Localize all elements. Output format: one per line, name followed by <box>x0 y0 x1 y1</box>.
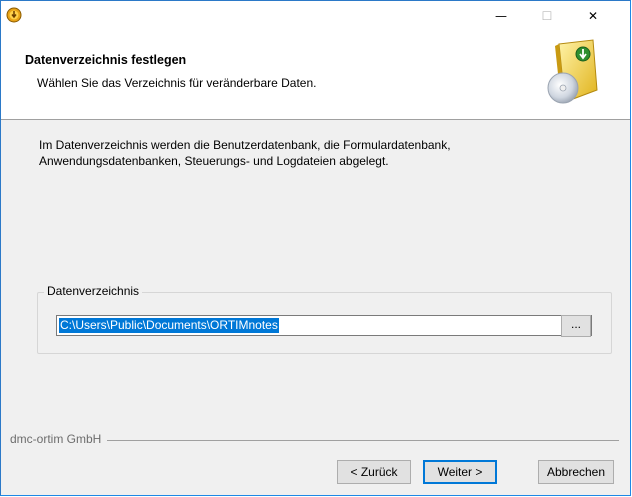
title-bar: — ☐ ✕ <box>1 1 630 31</box>
page-title: Datenverzeichnis festlegen <box>25 53 187 67</box>
next-button[interactable]: Weiter > <box>423 460 497 484</box>
install-box-icon <box>547 39 598 104</box>
group-label: Datenverzeichnis <box>44 284 143 298</box>
browse-button[interactable]: ... <box>561 315 591 337</box>
installer-app-icon <box>6 7 22 23</box>
info-line: Im Datenverzeichnis werden die Benutzerd… <box>39 138 451 152</box>
page-subtitle: Wählen Sie das Verzeichnis für veränderb… <box>37 76 317 90</box>
maximize-button: ☐ <box>541 9 553 23</box>
info-text: Im Datenverzeichnis werden die Benutzerd… <box>39 137 599 169</box>
close-button[interactable]: ✕ <box>570 1 616 31</box>
back-button[interactable]: < Zurück <box>337 460 411 484</box>
company-label: dmc-ortim GmbH <box>10 432 102 446</box>
data-directory-input[interactable]: C:\Users\Public\Documents\ORTIMnotes <box>56 315 592 336</box>
data-directory-path: C:\Users\Public\Documents\ORTIMnotes <box>59 318 279 333</box>
data-directory-group: Datenverzeichnis C:\Users\Public\Documen… <box>37 284 612 354</box>
minimize-button[interactable]: — <box>478 1 524 31</box>
installer-window: — ☐ ✕ Datenverzeichnis festlegen Wählen … <box>0 0 631 496</box>
wizard-header: Datenverzeichnis festlegen Wählen Sie da… <box>1 31 630 120</box>
cancel-button[interactable]: Abbrechen <box>538 460 614 484</box>
info-line: Anwendungsdatenbanken, Steuerungs- und L… <box>39 154 389 168</box>
footer-divider <box>107 440 619 441</box>
